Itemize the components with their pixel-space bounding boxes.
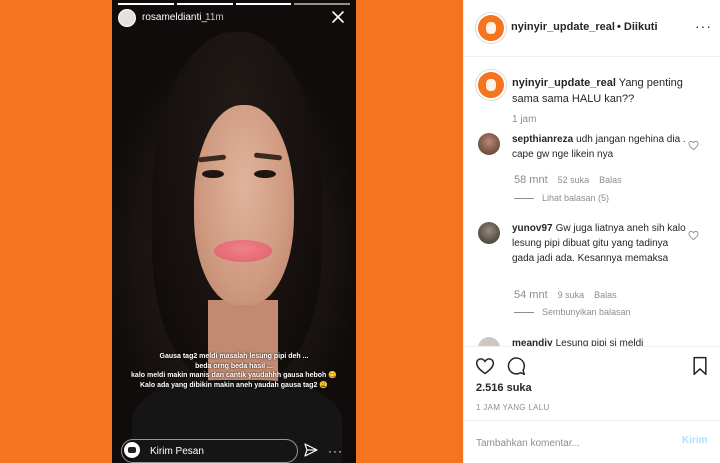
comment-text: septhianreza udh jangan ngehina dia . cap…: [512, 134, 686, 160]
comment-username[interactable]: septhianreza: [512, 134, 573, 145]
story-timestamp: 11m: [205, 12, 224, 23]
story-caption-line: beda orng beda hasil ...: [195, 362, 273, 370]
more-options-icon[interactable]: ···: [695, 18, 712, 34]
comment-icon[interactable]: [506, 356, 526, 376]
avatar[interactable]: [476, 13, 506, 43]
post-header: nyinyir_update_real • Diikuti ···: [464, 0, 720, 57]
caption-time[interactable]: 1 jam: [512, 114, 536, 125]
story-user-avatar[interactable]: [118, 9, 136, 27]
story-stage: rosameldianti_ 11m Gausa tag2 meldi masa…: [0, 0, 463, 463]
heart-icon[interactable]: [688, 140, 699, 151]
story-photo-lips: [214, 240, 272, 262]
story-caption-line: Kalo ada yang dibikin makin aneh yaudah …: [139, 381, 329, 389]
story-frame[interactable]: [112, 0, 356, 463]
post-comment-button[interactable]: Kirim: [682, 435, 708, 446]
comment-avatar[interactable]: [478, 222, 500, 244]
reply-button[interactable]: Balas: [599, 175, 622, 186]
posted-time: 1 JAM YANG LALU: [476, 403, 550, 412]
send-icon[interactable]: [304, 443, 318, 457]
add-comment-bar: Kirim: [464, 420, 720, 463]
likes-count[interactable]: 2.516 suka: [476, 382, 532, 394]
story-username[interactable]: rosameldianti_: [142, 12, 207, 23]
comment-avatar[interactable]: [478, 133, 500, 155]
heart-icon[interactable]: [688, 230, 699, 241]
hide-replies-label[interactable]: Sembunyikan balasan: [542, 307, 631, 317]
story-photo-face: [194, 105, 294, 305]
story-reply-input[interactable]: [121, 439, 298, 463]
comment-likes[interactable]: 52 suka: [558, 175, 590, 186]
caption-avatar[interactable]: [476, 70, 506, 100]
post-actions: 2.516 suka 1 JAM YANG LALU Kirim: [464, 346, 720, 463]
story-progress-bar: [118, 3, 350, 5]
story-photo-eye-left: [202, 170, 224, 178]
comment-text: yunov97 Gw juga liatnya aneh sih kalo les…: [512, 223, 686, 264]
reply-button[interactable]: Balas: [594, 290, 617, 301]
story-caption: Gausa tag2 meldi masalah lesung pipi deh…: [112, 352, 356, 390]
hide-replies-button[interactable]: Sembunyikan balasan: [514, 307, 631, 317]
comment-time[interactable]: 58 mnt: [514, 174, 548, 186]
heart-icon[interactable]: [475, 356, 495, 376]
caption-text: nyinyir_update_real Yang penting sama sa…: [512, 75, 707, 107]
story-caption-line: kalo meldi makin manis dan cantik yaudah…: [131, 372, 337, 380]
view-replies-button[interactable]: Lihat balasan (5): [514, 193, 609, 203]
close-icon[interactable]: [330, 9, 346, 25]
camera-icon[interactable]: [124, 442, 140, 458]
comment-time[interactable]: 54 mnt: [514, 289, 548, 301]
comment-meta: 58 mnt 52 suka Balas: [514, 174, 622, 186]
comment-likes[interactable]: 9 suka: [558, 290, 585, 301]
post-pane: nyinyir_update_real • Diikuti ··· nyinyi…: [463, 0, 720, 463]
bookmark-icon[interactable]: [690, 356, 710, 376]
comment-username[interactable]: yunov97: [512, 223, 553, 234]
more-icon[interactable]: ···: [328, 444, 343, 458]
story-photo-eye-right: [254, 170, 276, 178]
header-username[interactable]: nyinyir_update_real: [511, 21, 615, 33]
view-replies-label[interactable]: Lihat balasan (5): [542, 193, 609, 203]
follow-status[interactable]: • Diikuti: [617, 21, 658, 33]
caption-username[interactable]: nyinyir_update_real: [512, 77, 616, 89]
story-reply-placeholder[interactable]: Kirim Pesan: [150, 446, 204, 457]
comment-input[interactable]: [476, 435, 666, 451]
story-caption-line: Gausa tag2 meldi masalah lesung pipi deh…: [159, 353, 309, 360]
comment-meta: 54 mnt 9 suka Balas: [514, 289, 617, 301]
